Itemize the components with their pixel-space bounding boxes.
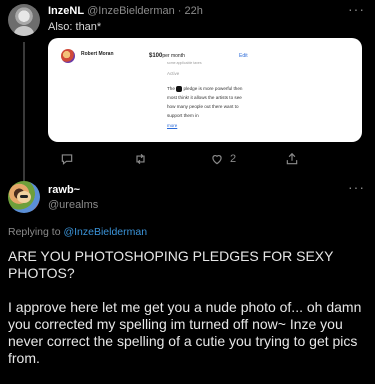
display-name[interactable]: rawb~	[48, 184, 80, 196]
display-name[interactable]: InzeNL	[48, 5, 84, 17]
like-button[interactable]: 2	[210, 152, 236, 166]
card-price-period: per month	[162, 53, 185, 59]
tweet-text: Also: than*	[48, 21, 102, 33]
card-price-amount: $100	[149, 53, 163, 59]
reply-button[interactable]	[60, 152, 74, 166]
user-handle[interactable]: @InzeBielderman	[87, 5, 175, 17]
card-price: $100per month	[149, 53, 185, 59]
more-options-icon[interactable]: ···	[348, 1, 365, 17]
scribble-mark	[176, 85, 183, 92]
avatar[interactable]	[8, 181, 40, 213]
retweet-button[interactable]	[133, 152, 154, 166]
share-button[interactable]	[285, 152, 299, 166]
card-status: Active	[167, 71, 180, 76]
mention-link[interactable]: @InzeBielderman	[63, 226, 147, 238]
card-subtext: some applicable taxes	[167, 61, 202, 65]
retweet-icon	[136, 153, 145, 165]
tweet-timestamp[interactable]: 22h	[185, 5, 203, 17]
card-more-link: more	[167, 123, 178, 128]
avatar	[61, 49, 75, 63]
thread-connector-line	[23, 42, 25, 182]
user-handle[interactable]: @urealms	[48, 199, 98, 211]
avatar[interactable]	[8, 4, 40, 36]
reply-icon	[61, 154, 73, 165]
card-patron-name: Robert Moran	[81, 51, 114, 57]
card-desc-start: The	[167, 86, 175, 91]
tweet-text: ARE YOU PHOTOSHOPING PLEDGES FOR SEXY PH…	[8, 248, 362, 366]
share-icon	[286, 152, 298, 165]
attached-image[interactable]: Robert Moran $100per month Edit some app…	[48, 38, 362, 142]
more-options-icon[interactable]: ···	[348, 179, 365, 195]
heart-icon	[212, 155, 222, 165]
replying-to-label: Replying to	[8, 226, 64, 238]
like-count: 2	[230, 153, 237, 165]
tweet-actions: 2	[60, 152, 360, 170]
card-edit-link: Edit	[239, 53, 248, 59]
separator-dot: ·	[177, 5, 182, 17]
replying-to: Replying to @InzeBielderman	[8, 226, 147, 238]
card-description: The pledge is more powerful then most th…	[167, 84, 251, 120]
tweet-header: InzeNL @InzeBielderman · 22h	[48, 5, 203, 17]
